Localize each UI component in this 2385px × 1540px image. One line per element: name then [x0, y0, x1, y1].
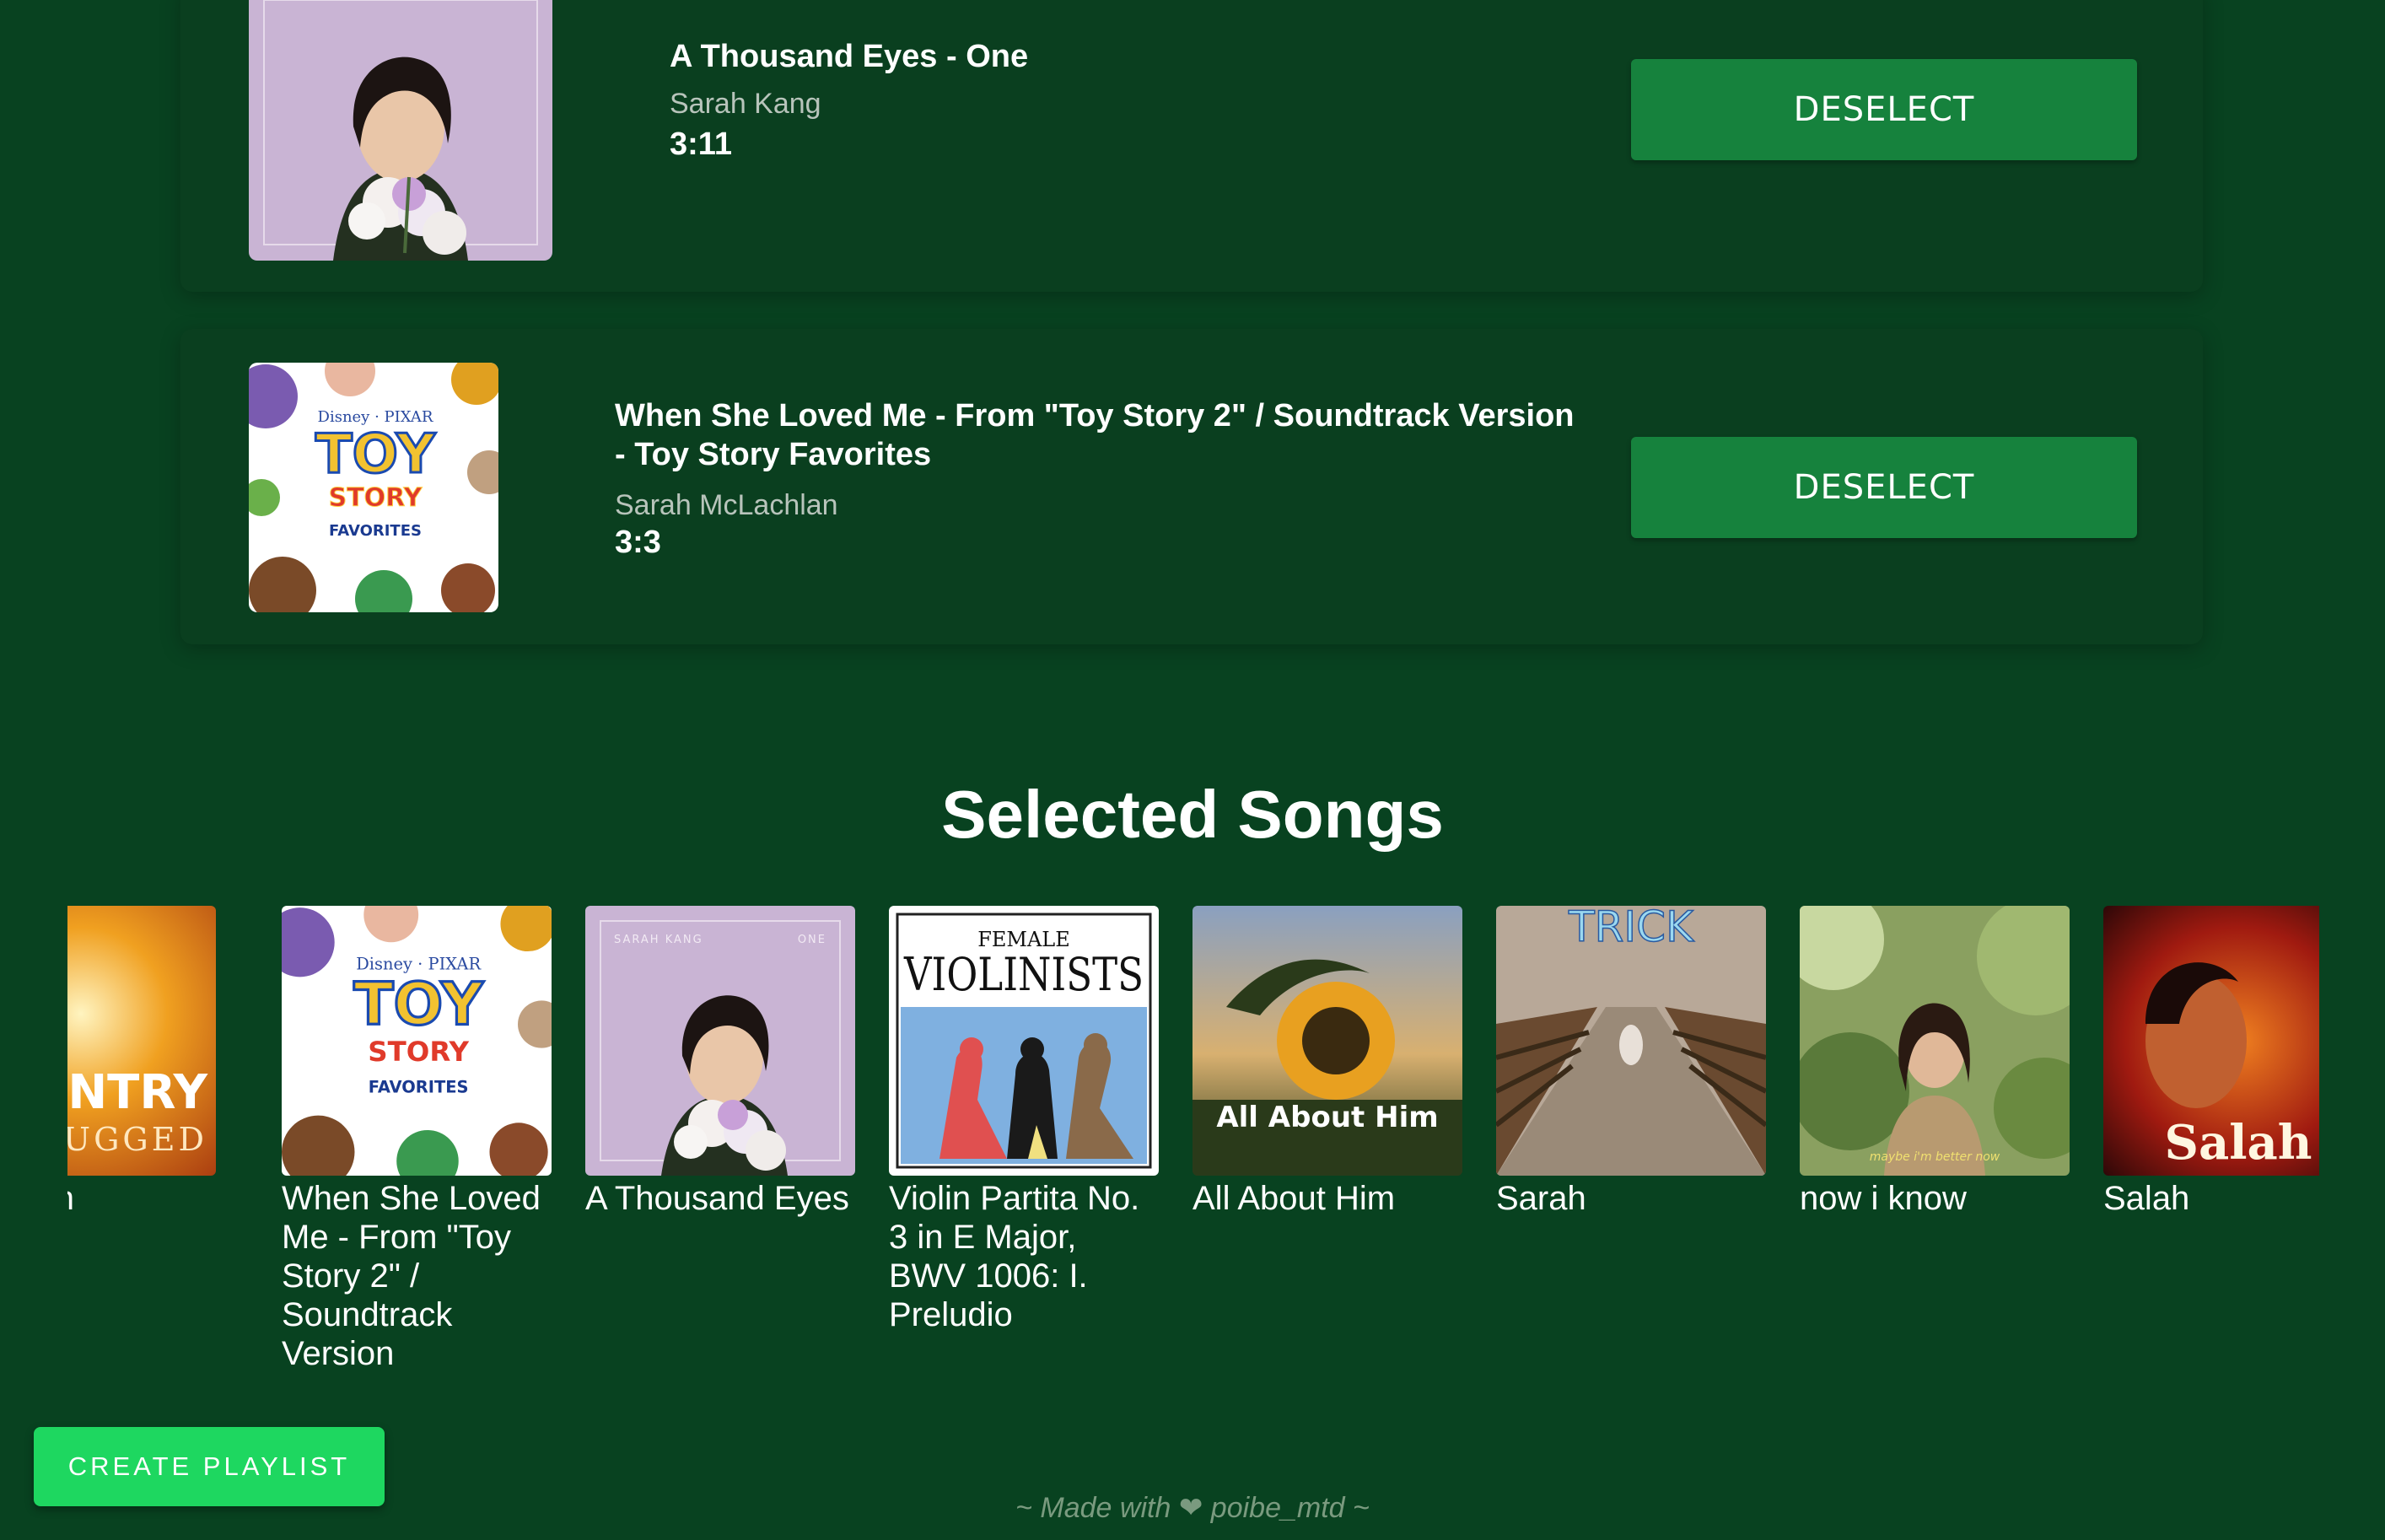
track-card: A Thousand Eyes - One Sarah Kang 3:11 DE…: [180, 0, 2203, 292]
selected-song[interactable]: Salah Salah: [2103, 906, 2319, 1218]
album-cover: [249, 0, 552, 261]
song-name: When She Loved Me - From "Toy Story 2" /…: [282, 1179, 552, 1373]
selected-song[interactable]: Disney · PIXAR TOY STORY FAVORITES When …: [282, 906, 552, 1373]
cover-text: UNTRY: [67, 1065, 208, 1120]
selected-song[interactable]: UNTRY PLUGGED ırah: [67, 906, 216, 1218]
song-name-line: Me - From "Toy: [282, 1219, 511, 1256]
selected-song[interactable]: SARAH KANG ONE A Thousand Eyes: [585, 906, 855, 1218]
song-name-line: Preludio: [889, 1296, 1013, 1333]
track-card: Disney · PIXAR TOY STORY FAVORITES When …: [180, 329, 2203, 644]
song-name: A Thousand Eyes: [585, 1180, 849, 1217]
cover-text: VIOLINISTS: [903, 948, 1144, 1001]
cover-text: All About Him: [1216, 1101, 1438, 1134]
cover-text: TRICK: [1568, 906, 1694, 951]
footer-prefix: ~ Made with: [1015, 1492, 1171, 1524]
cover-text: SARAH KANG: [614, 934, 703, 946]
song-name-line: BWV 1006: I.: [889, 1257, 1088, 1295]
song-name: Sarah: [1496, 1180, 1586, 1217]
song-name: Violin Partita No. 3 in E Major, BWV 100…: [889, 1179, 1159, 1334]
track-title-line: - Toy Story Favorites: [615, 437, 932, 472]
song-cover: All About Him: [1192, 906, 1462, 1176]
song-cover: UNTRY PLUGGED: [67, 906, 216, 1176]
song-cover: FEMALE VIOLINISTS: [889, 906, 1159, 1176]
song-name-line: Soundtrack: [282, 1296, 453, 1333]
heart-icon: ❤: [1178, 1492, 1203, 1524]
deselect-button[interactable]: DESELECT: [1631, 59, 2137, 160]
song-cover: Disney · PIXAR TOY STORY FAVORITES: [282, 906, 552, 1176]
track-artist: Sarah McLachlan: [615, 489, 838, 521]
deselect-button[interactable]: DESELECT: [1631, 437, 2137, 538]
cover-title: TOY: [315, 423, 436, 486]
cover-text: TOY: [353, 972, 484, 1039]
cover-text: FAVORITES: [369, 1078, 469, 1097]
cover-text: maybe i'm better now: [1870, 1150, 2000, 1164]
song-name: now i know: [1800, 1180, 1967, 1217]
song-name-line: When She Loved: [282, 1180, 541, 1217]
song-name-line: 3 in E Major,: [889, 1219, 1077, 1256]
selected-songs-carousel[interactable]: UNTRY PLUGGED ırah Disney · PIXAR TOY ST…: [67, 906, 2319, 1378]
track-title-line: When She Loved Me - From "Toy Story 2" /…: [615, 398, 1575, 433]
song-name: ırah: [67, 1179, 216, 1218]
song-name-line: Violin Partita No.: [889, 1180, 1140, 1217]
selected-song[interactable]: maybe i'm better now now i know: [1800, 906, 2070, 1218]
song-cover: TRICK: [1496, 906, 1766, 1176]
song-cover: SARAH KANG ONE: [585, 906, 855, 1176]
section-heading: Selected Songs: [941, 777, 1444, 852]
footer-suffix: poibe_mtd ~: [1210, 1492, 1370, 1524]
track-duration: 3:11: [670, 127, 732, 162]
cover-text: STORY: [368, 1036, 469, 1068]
track-artist: Sarah Kang: [670, 88, 821, 120]
song-name-line: Story 2" /: [282, 1257, 420, 1295]
selected-song[interactable]: TRICK Sarah: [1496, 906, 1766, 1218]
footer-credit: ~ Made with ❤ poibe_mtd ~: [0, 1491, 2385, 1525]
cover-subtitle: STORY: [329, 483, 423, 513]
song-name-line: Version: [282, 1335, 395, 1372]
track-duration: 3:3: [615, 525, 661, 560]
song-name: Salah: [2103, 1180, 2190, 1217]
album-cover: Disney · PIXAR TOY STORY FAVORITES: [249, 363, 498, 612]
track-title: When She Loved Me - From "Toy Story 2" /…: [615, 396, 1627, 474]
selected-song[interactable]: FEMALE VIOLINISTS Violin Partita No. 3 i…: [889, 906, 1159, 1334]
cover-text: ONE: [798, 934, 826, 946]
cover-text: PLUGGED: [67, 1121, 207, 1158]
cover-text: Salah: [2165, 1115, 2312, 1171]
song-cover: maybe i'm better now: [1800, 906, 2070, 1176]
song-cover: Salah: [2103, 906, 2319, 1176]
song-name: All About Him: [1192, 1180, 1396, 1217]
selected-song[interactable]: All About Him All About Him: [1192, 906, 1462, 1218]
track-title: A Thousand Eyes - One: [670, 39, 1029, 74]
cover-caption: FAVORITES: [329, 522, 422, 540]
